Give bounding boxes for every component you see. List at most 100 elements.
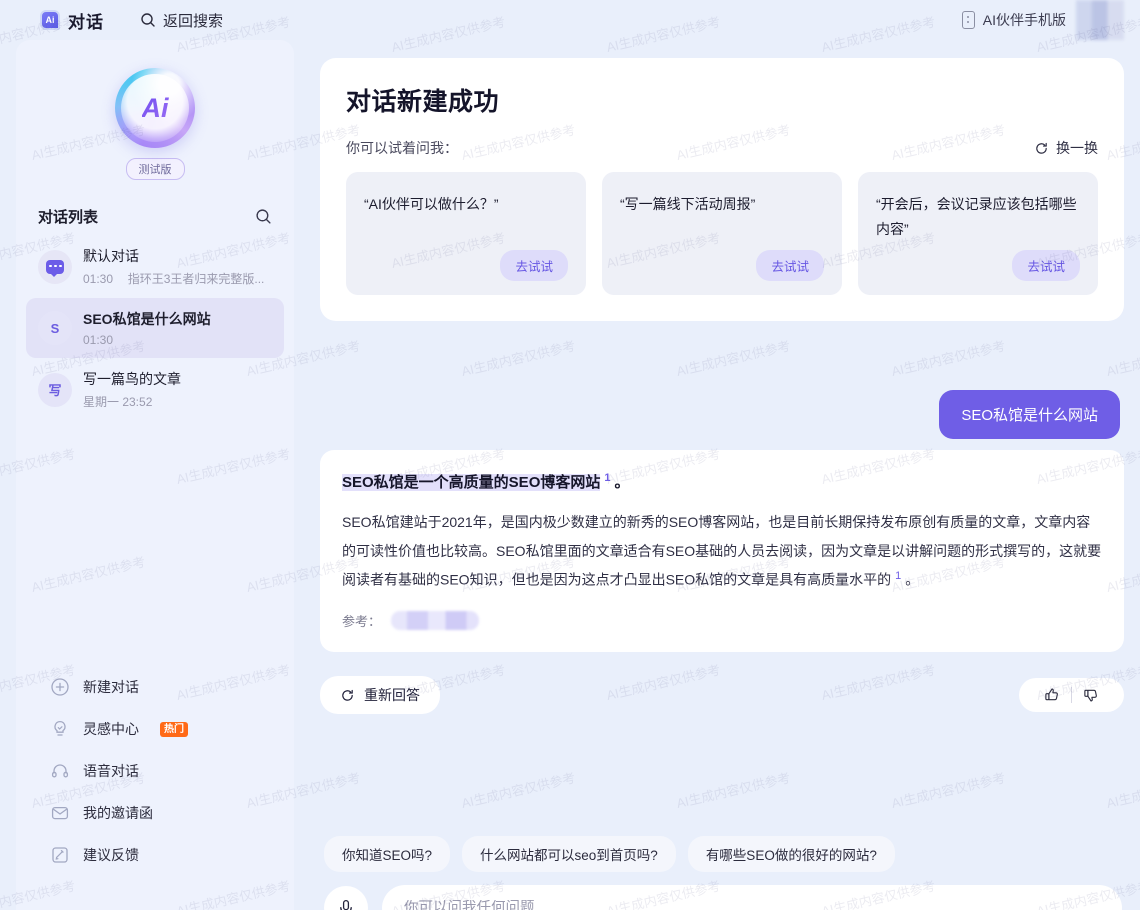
rating-group [1019,678,1124,712]
sidebar-nav: 新建对话 灵感中心 热门 语音对话 我的邀请函 建议反馈 [16,666,294,910]
avatar[interactable] [1076,0,1124,40]
answer-actions: 重新回答 [320,676,1124,714]
suggestion-cards: “AI伙伴可以做什么？” 去试试 “写一篇线下活动周报” 去试试 “开会后，会议… [346,172,1098,295]
search-conversations-icon[interactable] [255,208,272,225]
conversation-time: 01:30 [83,333,114,347]
try-it-button[interactable]: 去试试 [1012,250,1080,281]
user-message-bubble: SEO私馆是什么网站 [939,390,1120,439]
sidebar-item-inspiration[interactable]: 灵感中心 热门 [16,708,294,750]
top-bar-right: AI伙伴手机版 [961,0,1124,40]
mobile-version-link[interactable]: AI伙伴手机版 [961,10,1066,30]
suggestion-subtitle: 你可以试着问我： [346,140,458,156]
search-icon [141,13,155,27]
citation-marker[interactable]: 1 [891,570,905,582]
conversation-list: 默认对话 01:30 指环王3王者归来完整版... S SEO私馆是什么网站 0… [16,235,294,421]
suggestion-card[interactable]: “AI伙伴可以做什么？” 去试试 [346,172,586,295]
envelope-icon [51,806,69,820]
conversation-title: 写一篇鸟的文章 [83,371,181,387]
back-to-search-button[interactable]: 返回搜索 [140,10,223,31]
conversation-item-seo[interactable]: S SEO私馆是什么网站 01:30 [26,298,284,358]
thumbs-down-button[interactable] [1072,686,1110,704]
conversation-avatar [38,249,72,284]
headphones-icon [51,764,69,778]
try-it-button[interactable]: 去试试 [500,250,568,281]
sidebar-item-label: 灵感中心 [83,721,139,737]
app-root: AI生成内容仅供参考 AI生成内容仅供参考 AI生成内容仅供参考 AI生成内容仅供参考… [0,0,1140,910]
sidebar-item-voice-chat[interactable]: 语音对话 [16,750,294,792]
sidebar-item-invitation[interactable]: 我的邀请函 [16,792,294,834]
feedback-icon [52,847,68,863]
answer-body: SEO私馆建站于2021年，是国内极少数建立的新秀的SEO博客网站，也是目前长期… [342,508,1102,595]
conversation-title: SEO私馆是什么网站 [83,311,211,327]
conversation-subtitle: 01:30 指环王3王者归来完整版... [83,270,272,287]
message-input-wrapper[interactable] [382,885,1122,910]
sidebar-item-label: 我的邀请函 [83,805,153,821]
followup-chip[interactable]: 你知道SEO吗? [324,836,451,872]
suggestion-header-row: 你可以试着问我： 换一换 [346,138,1098,158]
user-message-row: SEO私馆是什么网站 [939,390,1120,439]
conversation-time: 星期一 23:52 [83,395,153,409]
answer-reference-row: 参考： [342,610,1102,630]
refresh-icon [1036,142,1047,154]
try-it-button[interactable]: 去试试 [756,250,824,281]
conversation-avatar: 写 [38,372,72,407]
followup-chip[interactable]: 什么网站都可以seo到首页吗? [462,836,676,872]
app-logo-icon: Ai [40,10,60,30]
message-input[interactable] [404,900,1100,910]
thumbs-up-button[interactable] [1033,686,1071,704]
sidebar-item-feedback[interactable]: 建议反馈 [16,834,294,876]
answer-body-text: SEO私馆建站于2021年，是国内极少数建立的新秀的SEO博客网站，也是目前长期… [342,514,1102,589]
page-title: 对话 [68,12,104,32]
version-badge: 测试版 [125,158,185,180]
suggestion-question: “写一篇线下活动周报” [620,196,756,212]
composer [324,885,1122,910]
conversation-time: 01:30 [83,272,114,286]
sidebar-logo-area: Ai 测试版 [16,40,294,180]
refresh-icon [342,689,353,701]
voice-input-button[interactable] [324,886,368,910]
assistant-answer-card: SEO私馆是一个高质量的SEO博客网站 1。 SEO私馆建站于2021年，是国内极… [320,450,1124,652]
regenerate-button[interactable]: 重新回答 [320,676,440,714]
thumbs-up-icon [1045,688,1058,701]
answer-heading-highlight: SEO私馆是一个高质量的SEO博客网站 [342,474,601,491]
ai-sphere-label: Ai [141,92,169,123]
top-bar: Ai 对话 返回搜索 AI伙伴手机版 [0,0,1140,40]
sidebar-item-label: 语音对话 [83,763,139,779]
chat-bubble-icon [46,259,64,277]
sidebar-item-label: 新建对话 [83,679,139,695]
reference-chip[interactable] [391,610,480,630]
suggestion-card[interactable]: “开会后，会议记录应该包括哪些内容” 去试试 [858,172,1098,295]
conversation-preview: 指环王3王者归来完整版... [127,272,265,286]
answer-body-tail: 。 [905,572,920,589]
conversation-title: 默认对话 [83,248,139,264]
phone-icon [961,11,975,29]
answer-heading: SEO私馆是一个高质量的SEO博客网站 1。 [342,470,1102,495]
mobile-version-label: AI伙伴手机版 [982,12,1066,28]
plus-circle-icon [51,678,69,696]
main-content: 对话新建成功 你可以试着问我： 换一换 “AI伙伴可以做什么？” 去试试 “写一… [304,40,1140,910]
regenerate-label: 重新回答 [364,687,420,703]
back-to-search-label: 返回搜索 [163,12,224,30]
conversation-item-bird-article[interactable]: 写 写一篇鸟的文章 星期一 23:52 [26,358,284,421]
answer-heading-tail: 。 [614,474,630,491]
conversation-list-header: 对话列表 [16,180,294,235]
suggestion-card[interactable]: “写一篇线下活动周报” 去试试 [602,172,842,295]
sidebar-item-label: 建议反馈 [83,847,139,863]
brand: Ai 对话 [40,8,104,33]
microphone-icon [340,899,352,910]
refresh-suggestions-button[interactable]: 换一换 [1034,138,1098,158]
followup-suggestions: 你知道SEO吗? 什么网站都可以seo到首页吗? 有哪些SEO做的很好的网站? [324,836,895,872]
suggestion-question: “开会后，会议记录应该包括哪些内容” [876,196,1077,237]
lightbulb-icon [54,720,66,736]
new-chat-suggestions-card: 对话新建成功 你可以试着问我： 换一换 “AI伙伴可以做什么？” 去试试 “写一… [320,58,1124,321]
thumbs-down-icon [1084,689,1097,702]
followup-chip[interactable]: 有哪些SEO做的很好的网站? [687,836,895,872]
refresh-suggestions-label: 换一换 [1056,140,1098,156]
conversation-avatar: S [38,311,72,345]
conversation-item-default[interactable]: 默认对话 01:30 指环王3王者归来完整版... [26,235,284,298]
sidebar: Ai 测试版 对话列表 默认对话 01:30 指环王3王者归来完整版... S … [16,40,294,910]
sidebar-item-new-chat[interactable]: 新建对话 [16,666,294,708]
citation-marker[interactable]: 1 [600,472,614,484]
ai-sphere-logo-icon: Ai [115,68,195,148]
new-chat-title: 对话新建成功 [346,88,500,116]
